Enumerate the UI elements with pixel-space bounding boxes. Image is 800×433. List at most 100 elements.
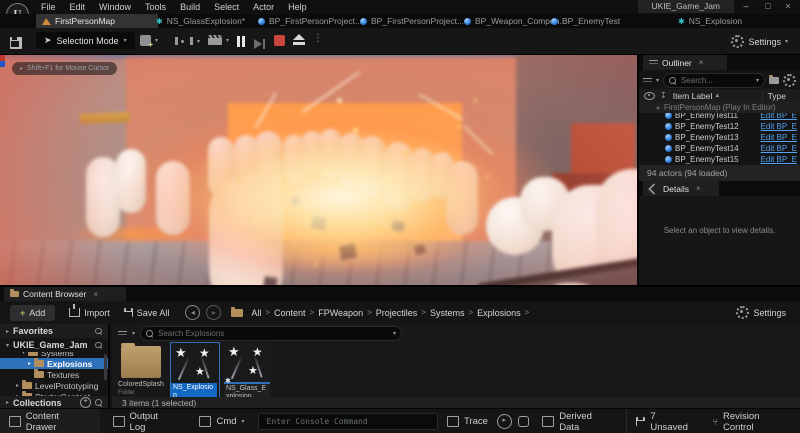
tree-item-levelprototyping[interactable]: ▸ LevelPrototyping — [0, 380, 108, 391]
output-log-button[interactable]: Output Log — [104, 409, 185, 433]
edit-blueprint-link[interactable]: Edit BP_E — [761, 122, 797, 131]
tab-bp-firstpersonproject-1[interactable]: BP_FirstPersonProject... — [252, 14, 364, 28]
close-button[interactable]: × — [778, 0, 798, 13]
save-icon[interactable] — [10, 37, 22, 49]
search-icon — [669, 77, 676, 84]
cb-toolbar: + Add Import Save All ◂ ▸ All > Content … — [0, 301, 800, 324]
menu-edit[interactable]: Edit — [63, 0, 93, 14]
breadcrumb-projectiles[interactable]: Projectiles — [376, 308, 418, 318]
back-button[interactable]: ◂ — [185, 305, 200, 320]
menu-help[interactable]: Help — [281, 0, 314, 14]
breadcrumb-content[interactable]: Content — [274, 308, 306, 318]
add-actor-button[interactable]: + ▾ — [140, 35, 158, 46]
cb-searchbox[interactable]: ▾ — [140, 326, 402, 341]
insights-icon[interactable]: ▸ — [497, 414, 512, 429]
cb-search-input[interactable] — [156, 328, 390, 339]
tree-item-explosions-selected[interactable]: ▸ Explosions — [0, 358, 108, 369]
new-folder-icon[interactable] — [769, 77, 779, 84]
viewport-settings-button[interactable]: Settings ▾ — [731, 35, 788, 48]
add-collection-icon[interactable]: + — [80, 397, 91, 408]
filter-icon[interactable] — [118, 330, 127, 338]
stop-button[interactable] — [274, 35, 285, 46]
outliner-searchbox[interactable]: ▾ — [663, 73, 765, 88]
tab-bp-firstpersonproject-2[interactable]: BP_FirstPersonProject... — [354, 14, 466, 28]
tree-scrollbar[interactable] — [104, 354, 107, 380]
search-icon[interactable] — [95, 342, 102, 349]
cinematics-dropdown[interactable]: ▾ — [208, 35, 229, 45]
edit-blueprint-link[interactable]: Edit BP_E — [761, 155, 797, 164]
eject-button[interactable] — [293, 34, 305, 45]
breadcrumb-explosions[interactable]: Explosions — [477, 308, 521, 318]
column-item-label[interactable]: Item Label — [673, 91, 713, 101]
close-icon[interactable]: × — [93, 290, 98, 299]
close-icon[interactable]: × — [696, 184, 701, 193]
content-browser-tab[interactable]: Content Browser × — [4, 287, 126, 301]
outliner-row[interactable]: BP_EnemyTest14 Edit BP_E — [639, 143, 800, 154]
filter-caret[interactable]: ▾ — [132, 330, 135, 337]
blueprint-icon — [360, 18, 367, 25]
outliner-row[interactable]: BP_EnemyTest11 Edit BP_E — [639, 113, 800, 121]
playback-options-kebab[interactable]: ⋮ — [313, 33, 323, 44]
pause-button[interactable] — [236, 34, 246, 52]
trace-button[interactable]: Trace — [438, 409, 497, 433]
eye-icon[interactable] — [644, 92, 655, 100]
outliner-settings-icon[interactable] — [783, 74, 796, 87]
column-type[interactable]: Type — [762, 91, 786, 101]
outliner-row[interactable]: BP_EnemyTest15 Edit BP_E — [639, 154, 800, 165]
revision-control-button[interactable]: ⑂ Revision Control — [704, 409, 800, 433]
menu-actor[interactable]: Actor — [246, 0, 281, 14]
screenshot-icon[interactable] — [518, 416, 530, 427]
breadcrumb-systems[interactable]: Systems — [430, 308, 465, 318]
tab-bp-enemytest[interactable]: BP_EnemyTest — [545, 14, 637, 28]
edit-blueprint-link[interactable]: Edit BP_E — [761, 113, 797, 120]
search-icon[interactable] — [95, 328, 102, 335]
menu-select[interactable]: Select — [207, 0, 246, 14]
breadcrumb-all[interactable]: All — [251, 308, 261, 318]
level-viewport[interactable]: ▸ Shift+F1 for Mouse Cursor — [0, 55, 637, 285]
blueprints-dropdown[interactable]: ▾ — [175, 37, 200, 45]
selection-mode-dropdown[interactable]: ➤ Selection Mode ▾ — [36, 32, 135, 49]
asset-tile-coloredsplash[interactable]: ColoredSplash Folder — [118, 344, 164, 396]
details-tab[interactable]: Details × — [643, 181, 719, 196]
outliner-tab[interactable]: Outliner × — [643, 55, 727, 70]
close-icon[interactable]: × — [699, 58, 704, 67]
tab-ns-glassexplosion[interactable]: ✱ NS_GlassExplosion* — [150, 14, 260, 28]
cb-settings-button[interactable]: Settings — [736, 306, 786, 319]
forward-button[interactable]: ▸ — [206, 305, 221, 320]
mouse-cursor-hint[interactable]: ▸ Shift+F1 for Mouse Cursor — [12, 62, 117, 75]
tab-firstpersonmap[interactable]: FirstPersonMap — [36, 14, 158, 28]
menu-file[interactable]: File — [34, 0, 63, 14]
outliner-root-row[interactable]: ▲ FirstPersonMap (Play In Editor) — [639, 102, 800, 113]
maximize-button[interactable]: □ — [758, 0, 778, 13]
save-all-icon — [124, 308, 133, 317]
console-command-input[interactable] — [258, 413, 438, 430]
outliner-row[interactable]: BP_EnemyTest13 Edit BP_E — [639, 132, 800, 143]
edit-blueprint-link[interactable]: Edit BP_E — [761, 133, 797, 142]
unsaved-button[interactable]: 7 Unsaved — [626, 409, 703, 433]
tree-item-startercontent[interactable]: ▸ StarterContent — [0, 391, 108, 396]
add-button[interactable]: + Add — [10, 305, 55, 321]
content-drawer-button[interactable]: Content Drawer — [0, 409, 100, 433]
outliner-row[interactable]: BP_EnemyTest12 Edit BP_E — [639, 121, 800, 132]
tab-ns-explosion[interactable]: ✱ NS_Explosion — [672, 14, 766, 28]
filter-caret[interactable]: ▾ — [656, 77, 659, 84]
breadcrumb-fpweapon[interactable]: FPWeapon — [318, 308, 363, 318]
frame-skip-button[interactable] — [254, 36, 265, 54]
project-header[interactable]: ▾ UKIE_Game_Jam — [0, 338, 108, 352]
folder-icon — [28, 352, 38, 356]
minimize-button[interactable]: – — [736, 0, 756, 13]
menu-window[interactable]: Window — [92, 0, 138, 14]
derived-data-button[interactable]: Derived Data — [533, 409, 622, 433]
cmd-dropdown[interactable]: Cmd ▾ — [190, 409, 253, 433]
outliner-search-input[interactable] — [679, 75, 753, 86]
search-icon[interactable] — [95, 399, 102, 406]
menu-tools[interactable]: Tools — [138, 0, 173, 14]
save-all-button[interactable]: Save All — [124, 308, 170, 318]
pin-icon[interactable]: ↧ — [660, 91, 667, 100]
menu-build[interactable]: Build — [173, 0, 207, 14]
tree-item-textures[interactable]: Textures — [0, 369, 108, 380]
import-button[interactable]: Import — [69, 308, 110, 318]
filter-icon[interactable] — [643, 77, 652, 85]
edit-blueprint-link[interactable]: Edit BP_E — [761, 144, 797, 153]
favorites-header[interactable]: ▸ Favorites — [0, 324, 108, 338]
